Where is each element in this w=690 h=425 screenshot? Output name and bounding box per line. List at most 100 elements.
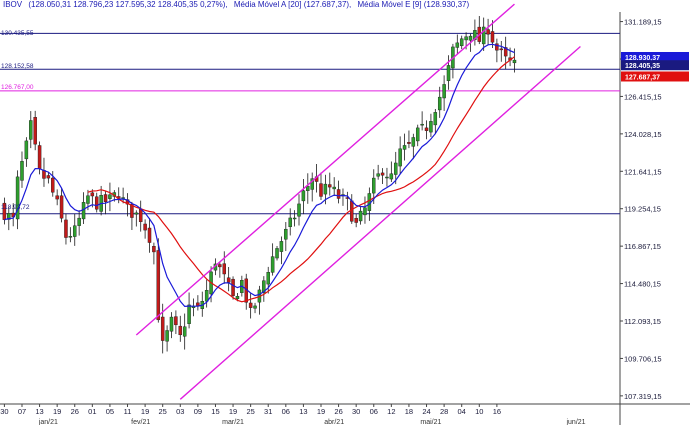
- x-tick-label: 15: [211, 407, 219, 416]
- candle-body: [288, 217, 292, 228]
- month-label: fev/21: [131, 419, 150, 425]
- candle: [68, 227, 73, 243]
- candle-body: [204, 290, 209, 302]
- candle-body: [323, 183, 328, 195]
- candle: [33, 110, 37, 151]
- x-tick-label: 28: [440, 407, 448, 416]
- candle-body: [424, 127, 429, 131]
- candle-body: [376, 173, 380, 177]
- candle: [363, 196, 367, 224]
- x-tick-label: 12: [387, 407, 395, 416]
- candle: [226, 267, 231, 292]
- candle-body: [24, 140, 29, 160]
- x-tick-label: 25: [159, 407, 167, 416]
- candle-body: [363, 207, 367, 216]
- candle-body: [415, 127, 420, 142]
- candle-body: [55, 195, 59, 200]
- x-tick-label: 06: [282, 407, 290, 416]
- month-label: jan/21: [38, 419, 58, 425]
- candle: [24, 137, 29, 167]
- candle-body: [301, 190, 306, 202]
- candle-body: [46, 175, 51, 179]
- price-tag-label: 128.405,35: [625, 63, 660, 70]
- y-tick-label: 124.028,15: [624, 130, 662, 139]
- candle-body: [143, 223, 147, 231]
- candle-body: [464, 36, 468, 41]
- x-tick-label: 11: [124, 407, 132, 416]
- x-tick-label: 19: [141, 407, 149, 416]
- candle-body: [222, 263, 226, 275]
- candle: [477, 16, 482, 45]
- candle-body: [187, 304, 191, 324]
- candle-body: [433, 112, 438, 126]
- x-tick-label: 26: [334, 407, 342, 416]
- candle: [429, 113, 433, 137]
- candle-body: [59, 195, 64, 219]
- candle-body: [108, 194, 112, 199]
- candle-body: [455, 42, 460, 48]
- y-tick-label: 116.867,15: [624, 242, 661, 251]
- candle: [486, 18, 490, 45]
- x-tick-label: 10: [475, 407, 483, 416]
- candle: [451, 43, 455, 79]
- candle-body: [174, 316, 178, 326]
- candle: [81, 192, 86, 225]
- candle-body: [86, 195, 90, 204]
- candle-body: [380, 172, 385, 176]
- x-tick-label: 19: [229, 407, 237, 416]
- candle: [402, 133, 407, 161]
- x-tick-label: 19: [317, 407, 325, 416]
- candle: [310, 172, 314, 202]
- candle: [442, 75, 446, 111]
- candle: [279, 236, 284, 265]
- channel-upper: [135, 3, 515, 336]
- candle-body: [459, 38, 464, 47]
- candle-body: [156, 250, 161, 321]
- x-tick-label: 19: [53, 407, 61, 416]
- candle: [116, 187, 121, 204]
- candle: [284, 222, 288, 252]
- y-tick-label: 109.706,15: [624, 354, 662, 363]
- candle-body: [178, 325, 183, 336]
- candlestick-chart[interactable]: 131.189,15128.802,15126.415,15124.028,15…: [0, 0, 690, 425]
- candle-body: [446, 65, 451, 82]
- candle: [407, 130, 411, 149]
- candle-body: [147, 227, 152, 243]
- candle-body: [354, 217, 358, 223]
- candle-body: [218, 264, 222, 268]
- candle: [191, 298, 196, 317]
- candle-body: [275, 248, 279, 259]
- month-label: mar/21: [222, 419, 244, 425]
- candle: [138, 200, 143, 232]
- x-tick-label: 26: [71, 407, 79, 416]
- candle: [257, 285, 262, 315]
- candle-body: [182, 326, 187, 337]
- candle: [55, 189, 59, 206]
- candle: [341, 188, 345, 206]
- candle-body: [319, 183, 323, 197]
- candle: [354, 213, 358, 228]
- x-tick-label: 24: [422, 407, 430, 416]
- candle-body: [248, 302, 253, 308]
- candle-body: [420, 123, 424, 126]
- candle-body: [442, 84, 446, 99]
- candle: [336, 180, 341, 204]
- candle-body: [372, 177, 376, 194]
- candle-body: [226, 277, 231, 283]
- candle: [15, 170, 20, 230]
- candle: [222, 251, 226, 284]
- candle-body: [350, 200, 354, 222]
- candle-body: [499, 48, 504, 51]
- candle-body: [385, 176, 389, 179]
- candle: [266, 266, 270, 294]
- candle: [73, 213, 77, 246]
- candle: [248, 293, 253, 319]
- level-label-mid: 128.152,58: [1, 63, 34, 70]
- level-label-low: 118.93,72: [1, 204, 30, 211]
- x-tick-label: 06: [370, 407, 378, 416]
- candle-body: [169, 316, 174, 332]
- candle: [262, 276, 266, 302]
- candle-body: [253, 305, 257, 309]
- candle-body: [328, 184, 332, 188]
- candle-body: [389, 173, 394, 180]
